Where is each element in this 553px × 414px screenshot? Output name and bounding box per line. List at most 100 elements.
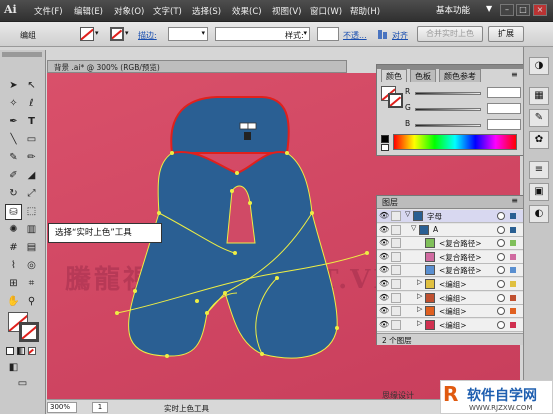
menu-help[interactable]: 帮助(H) xyxy=(350,5,380,17)
expand-arrow-icon[interactable]: ▷ xyxy=(417,278,422,286)
white-swatch[interactable] xyxy=(381,144,389,151)
tab-swatches[interactable]: 色板 xyxy=(410,69,436,82)
expand-arrow-icon[interactable]: ▽ xyxy=(405,210,410,218)
rotate-tool-icon[interactable]: ↻ xyxy=(5,186,22,202)
zoom-level[interactable]: 300% xyxy=(47,402,77,413)
lock-toggle[interactable] xyxy=(391,251,401,262)
maximize-button[interactable]: □ xyxy=(516,4,530,16)
paintbrush-tool-icon[interactable]: ✎ xyxy=(5,150,22,166)
visibility-eye-icon[interactable]: 👁 xyxy=(379,293,389,303)
visibility-eye-icon[interactable]: 👁 xyxy=(379,320,389,330)
screen-mode-icon[interactable]: ▭ xyxy=(14,376,31,392)
none-mode-icon[interactable] xyxy=(28,347,36,355)
selection-indicator[interactable] xyxy=(510,294,516,301)
selection-indicator[interactable] xyxy=(510,267,516,274)
opacity-link[interactable]: 不透... xyxy=(343,30,367,41)
target-circle-icon[interactable] xyxy=(497,212,505,220)
target-circle-icon[interactable] xyxy=(497,252,505,261)
page-number[interactable]: 1 xyxy=(92,402,108,413)
transparency-panel-icon[interactable]: ◐ xyxy=(529,205,549,223)
graph-tool-icon[interactable]: ▥ xyxy=(23,222,40,238)
slice-tool-icon[interactable]: ⌗ xyxy=(23,276,40,292)
merge-live-paint-button[interactable]: 合并实时上色 xyxy=(417,26,483,42)
draw-mode-icon[interactable]: ◧ xyxy=(5,360,22,376)
lock-toggle[interactable] xyxy=(391,224,401,235)
stroke-swatch[interactable]: ▾ xyxy=(110,27,132,41)
lock-toggle[interactable] xyxy=(391,292,401,303)
visibility-eye-icon[interactable]: 👁 xyxy=(379,238,389,248)
layer-row[interactable]: 👁 ▽ 字母 xyxy=(377,210,523,223)
lock-toggle[interactable] xyxy=(391,306,401,317)
slider-g[interactable]: G xyxy=(381,103,521,115)
style-swatch[interactable] xyxy=(317,27,339,41)
stroke-label[interactable]: 描边: xyxy=(138,30,157,41)
mesh-tool-icon[interactable]: # xyxy=(5,240,22,256)
lasso-tool-icon[interactable]: ℓ xyxy=(23,96,40,112)
expand-arrow-icon[interactable]: ▷ xyxy=(417,292,422,300)
expand-arrow-icon[interactable]: ▷ xyxy=(417,305,422,313)
layers-panel-header[interactable]: 图层 ≡ xyxy=(377,196,523,209)
zoom-tool-icon[interactable]: ⚲ xyxy=(23,294,40,310)
selection-indicator[interactable] xyxy=(510,213,516,219)
live-paint-bucket-tool-icon[interactable]: ⛁ xyxy=(5,204,22,220)
menu-edit[interactable]: 编辑(E) xyxy=(74,5,103,17)
workspace-switcher[interactable]: 基本功能 xyxy=(436,4,470,16)
selection-indicator[interactable] xyxy=(510,240,516,247)
panel-menu-icon[interactable]: ≡ xyxy=(511,70,518,79)
lock-toggle[interactable] xyxy=(391,319,401,330)
menu-view[interactable]: 视图(V) xyxy=(272,5,301,17)
menu-object[interactable]: 对象(O) xyxy=(114,5,144,17)
layer-row[interactable]: 👁 <复合路径> xyxy=(377,264,523,278)
panel-grip[interactable] xyxy=(2,52,42,57)
panel-menu-icon[interactable]: ≡ xyxy=(511,196,518,205)
black-swatch[interactable] xyxy=(381,135,389,143)
close-button[interactable]: × xyxy=(533,4,547,16)
layer-row[interactable]: 👁 <复合路径> xyxy=(377,250,523,264)
visibility-eye-icon[interactable]: 👁 xyxy=(379,225,389,235)
selection-tool-icon[interactable]: ➤ xyxy=(5,78,22,94)
target-circle-icon[interactable] xyxy=(497,293,505,302)
menu-effect[interactable]: 效果(C) xyxy=(232,5,262,17)
hand-tool-icon[interactable]: ✋ xyxy=(5,294,22,310)
lock-toggle[interactable] xyxy=(391,238,401,249)
expand-arrow-icon[interactable]: ▷ xyxy=(417,319,422,327)
align-link[interactable]: 对齐 xyxy=(392,30,408,41)
target-circle-icon[interactable] xyxy=(497,280,505,288)
pen-tool-icon[interactable]: ✒ xyxy=(5,114,22,130)
type-tool-icon[interactable]: T xyxy=(23,114,40,130)
color-panel-icon[interactable]: ◑ xyxy=(529,57,549,75)
lock-toggle[interactable] xyxy=(391,211,401,221)
stroke-weight-field[interactable]: ▾ xyxy=(168,27,208,41)
layer-row[interactable]: 👁 ▷ <编组> xyxy=(377,291,523,305)
layer-row[interactable]: 👁 ▷ <编组> xyxy=(377,318,523,332)
swatches-panel-icon[interactable]: ▦ xyxy=(529,87,549,105)
magic-wand-tool-icon[interactable]: ✧ xyxy=(5,96,22,112)
chevron-down-icon[interactable]: ▼ xyxy=(486,4,492,13)
eraser-tool-icon[interactable]: ◢ xyxy=(23,168,40,184)
target-circle-icon[interactable] xyxy=(497,307,505,316)
selection-indicator[interactable] xyxy=(510,226,516,233)
selection-indicator[interactable] xyxy=(510,308,516,315)
free-transform-tool-icon[interactable]: ⬚ xyxy=(23,204,40,220)
align-icon[interactable] xyxy=(377,29,389,40)
scale-tool-icon[interactable]: ⤢ xyxy=(23,186,40,202)
layer-row[interactable]: 👁 ▽ A xyxy=(377,223,523,237)
pencil-tool-icon[interactable]: ✏ xyxy=(23,150,40,166)
lock-toggle[interactable] xyxy=(391,265,401,276)
layer-row[interactable]: 👁 ▷ <编组> xyxy=(377,278,523,291)
rectangle-tool-icon[interactable]: ▭ xyxy=(23,132,40,148)
menu-select[interactable]: 选择(S) xyxy=(192,5,221,17)
expand-button[interactable]: 扩展 xyxy=(488,26,524,42)
target-circle-icon[interactable] xyxy=(497,239,505,248)
selection-indicator[interactable] xyxy=(510,253,516,260)
menu-type[interactable]: 文字(T) xyxy=(153,5,182,17)
document-tab[interactable]: 背景 .ai* @ 300% (RGB/预览) xyxy=(47,60,347,73)
tab-color[interactable]: 颜色 xyxy=(381,69,407,82)
menu-file[interactable]: 文件(F) xyxy=(34,5,63,17)
gradient-mode-icon[interactable] xyxy=(17,347,25,355)
color-mode-icon[interactable] xyxy=(6,347,14,355)
visibility-eye-icon[interactable]: 👁 xyxy=(379,252,389,262)
target-circle-icon[interactable] xyxy=(497,266,505,275)
selection-indicator[interactable] xyxy=(510,281,516,287)
slider-b[interactable]: B xyxy=(381,119,521,131)
